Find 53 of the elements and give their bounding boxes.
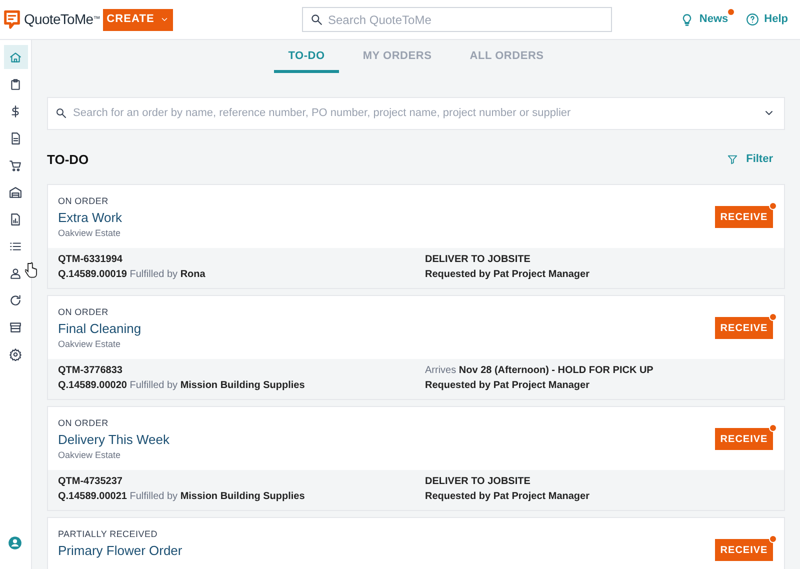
order-status: PARTIALLY RECEIVED [58,528,158,541]
order-status: ON ORDER [58,417,110,430]
requested-by: Requested by Pat Project Manager [425,379,590,393]
tab[interactable]: ALL ORDERS [456,47,558,72]
requested-by: Requested by Pat Project Manager [425,268,590,282]
warehouse-icon [9,186,22,198]
project-name: Oakview Estate [58,226,122,240]
fulfillment-info: Q.14589.00021 Fulfilled by Mission Building Supplies [58,490,306,504]
clipboard-icon [9,78,22,90]
search-field[interactable]: Search QuoteToMe [302,7,612,32]
logo-wordmark: QuoteToMe$^{™}$ [24,10,100,29]
project-name: Oakview Estate [58,338,122,350]
person-icon [9,266,22,280]
filter-button[interactable]: Filter [727,151,773,168]
project-name: Oakview Estate [58,448,122,462]
cart-icon [9,158,22,172]
section-title: TO-DO [47,150,89,168]
search-icon [310,13,323,26]
account-icon [8,536,22,550]
tab[interactable]: TO-DO [274,47,339,72]
delivery-info: DELIVER TO JOBSITE [425,253,532,267]
store-icon [9,320,22,334]
order-status: ON ORDER [58,306,110,319]
chevron-down-icon [160,15,170,24]
quote-number: QTM-3776833 [58,364,124,378]
order-name[interactable]: Extra Work [58,208,122,226]
report-icon [9,212,22,226]
list-icon [9,240,22,252]
requested-by: Requested by Pat Project Manager [425,490,590,504]
order-status: ON ORDER [58,195,110,208]
order-name[interactable]: Delivery This Week [58,430,170,448]
quote-number: QTM-6331994 [58,253,124,267]
order-name[interactable]: Final Cleaning [58,320,142,338]
refresh-icon [9,294,22,306]
filter-icon [727,154,738,165]
order-name[interactable]: Primary Flower Order [58,542,182,560]
quote-number: QTM-4735237 [58,475,124,489]
home-icon [9,50,22,64]
help-link[interactable]: Help [764,11,788,28]
logo-icon [2,10,22,30]
news-link[interactable]: News [699,11,728,28]
order-search-field[interactable]: Search for an order by name, reference number, PO number, project name, project number or supplier [47,96,785,130]
fulfillment-info: Q.14589.00019 Fulfilled by Rona [58,268,206,282]
fulfillment-info: Q.14589.00020 Fulfilled by Mission Building Supplies [58,379,306,393]
search-icon [55,106,67,118]
help-icon [746,13,760,26]
tab[interactable]: MY ORDERS [348,47,446,72]
delivery-info: Arrives Nov 28 (Afternoon) - HOLD FOR PICK UP [425,364,654,378]
create-button[interactable]: CREATE [103,8,173,30]
delivery-info: DELIVER TO JOBSITE [425,475,532,489]
account-button[interactable] [8,535,24,551]
settings-icon [9,348,22,360]
document-icon [9,132,22,144]
